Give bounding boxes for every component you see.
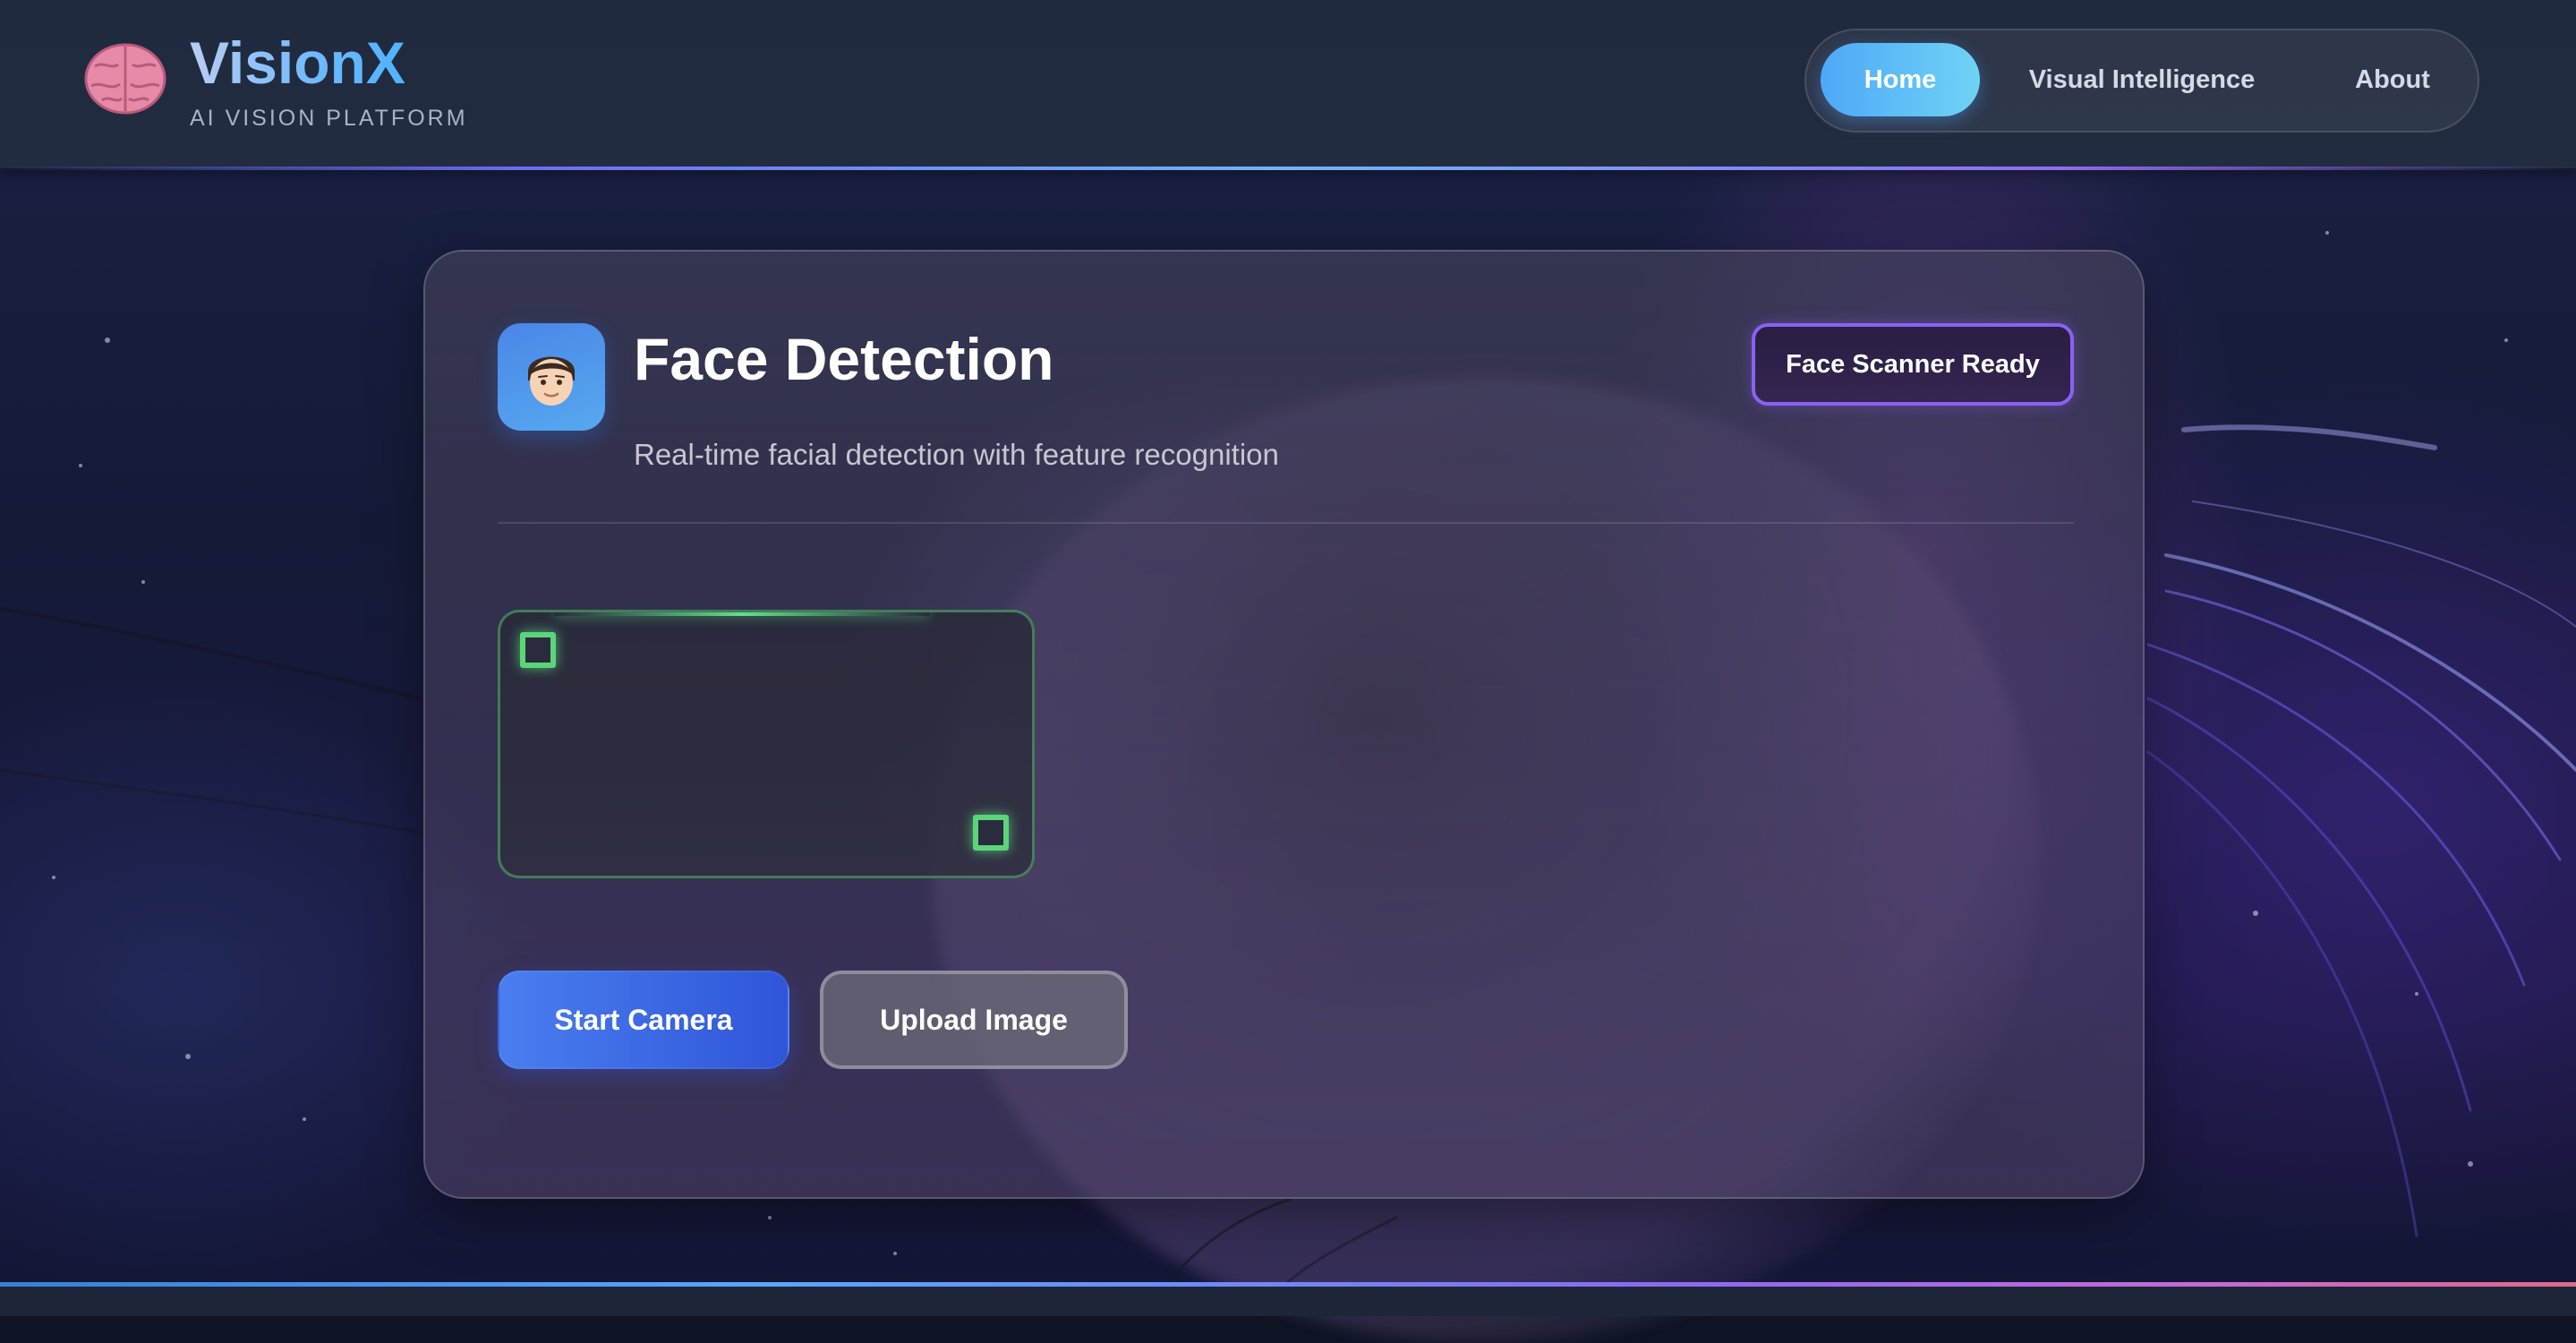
- brand-name[interactable]: VisionX: [190, 27, 405, 98]
- start-camera-button[interactable]: Start Camera: [498, 971, 789, 1069]
- main-navigation: Home Visual Intelligence About: [1804, 29, 2479, 133]
- brand-tagline: AI VISION PLATFORM: [190, 106, 468, 131]
- divider: [498, 522, 2074, 524]
- face-icon: [498, 323, 605, 431]
- brain-icon[interactable]: [82, 39, 168, 118]
- card-description: Real-time facial detection with feature …: [634, 438, 1279, 471]
- card-title: Face Detection: [634, 326, 1054, 392]
- nav-visual-intelligence[interactable]: Visual Intelligence: [2003, 43, 2281, 116]
- camera-preview[interactable]: [498, 610, 1035, 878]
- top-header: VisionX AI VISION PLATFORM Home Visual I…: [0, 0, 2576, 168]
- upload-image-button[interactable]: Upload Image: [820, 971, 1128, 1069]
- scan-line: [554, 612, 930, 616]
- corner-marker-top-left: [520, 632, 556, 668]
- bottom-bar: [0, 1284, 2576, 1316]
- corner-marker-bottom-right: [973, 815, 1009, 851]
- face-detection-card: Face Detection Real-time facial detectio…: [423, 250, 2145, 1199]
- nav-home[interactable]: Home: [1821, 43, 1980, 116]
- header-accent-line: [0, 167, 2576, 170]
- nav-about[interactable]: About: [2325, 43, 2460, 116]
- status-badge: Face Scanner Ready: [1752, 323, 2074, 406]
- footer-accent-line: [0, 1282, 2576, 1287]
